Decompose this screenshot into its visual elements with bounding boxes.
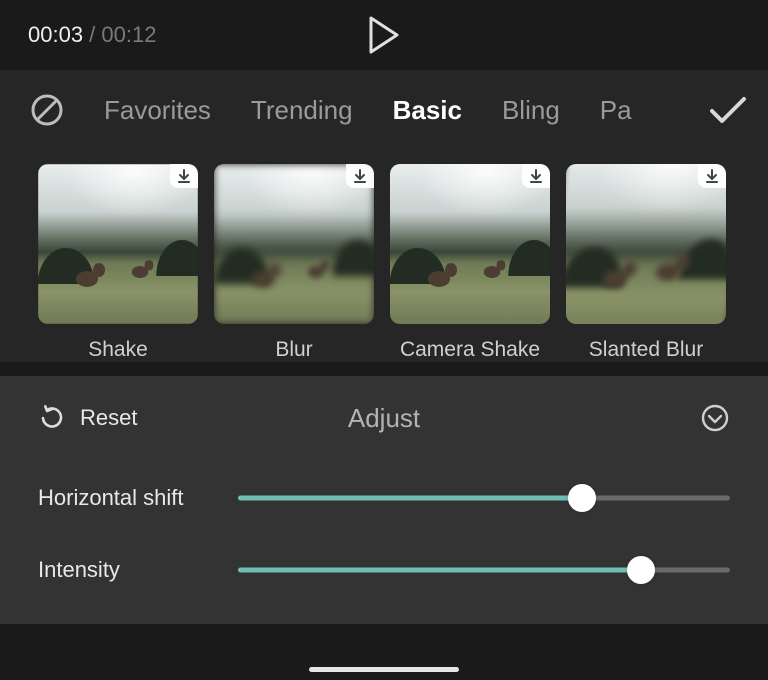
effect-label: Slanted Blur [566, 338, 726, 362]
play-button[interactable] [367, 16, 401, 54]
slider-thumb[interactable] [627, 556, 655, 584]
adjust-header: Reset Adjust [38, 396, 730, 440]
collapse-button[interactable] [700, 403, 730, 433]
slider-intensity: Intensity [38, 556, 730, 584]
player-bar: 00:03 / 00:12 [0, 0, 768, 70]
effect-label: Shake [38, 338, 198, 362]
tab-bling[interactable]: Bling [502, 95, 560, 126]
download-icon [706, 169, 718, 183]
duration-time: 00:12 [101, 22, 156, 47]
tab-trending[interactable]: Trending [251, 95, 353, 126]
slider-fill [238, 568, 641, 573]
tab-party[interactable]: Pa [600, 95, 632, 126]
adjust-title: Adjust [348, 403, 420, 434]
effect-thumbnail [566, 164, 726, 324]
effect-slanted-blur[interactable]: Slanted Blur [566, 164, 726, 362]
cancel-circle-icon [30, 93, 64, 127]
tab-favorites[interactable]: Favorites [104, 95, 211, 126]
intensity-slider[interactable] [238, 556, 730, 584]
slider-label: Horizontal shift [38, 485, 238, 511]
download-icon [530, 169, 542, 183]
reset-label: Reset [80, 405, 137, 431]
slider-horizontal-shift: Horizontal shift [38, 484, 730, 512]
no-effect-button[interactable] [30, 93, 64, 127]
effect-label: Blur [214, 338, 374, 362]
check-icon [706, 89, 748, 131]
confirm-button[interactable] [706, 89, 748, 131]
slider-label: Intensity [38, 557, 238, 583]
download-badge[interactable] [170, 164, 198, 188]
effects-strip[interactable]: Shake Blur Camera Shake Slanted Blur [0, 150, 768, 362]
category-tabs: Favorites Trending Basic Bling Pa [0, 70, 768, 150]
home-indicator[interactable] [309, 667, 459, 672]
effect-thumbnail [38, 164, 198, 324]
play-icon [367, 16, 401, 54]
download-icon [354, 169, 366, 183]
current-time: 00:03 [28, 22, 83, 47]
effect-thumbnail [214, 164, 374, 324]
playback-time: 00:03 / 00:12 [28, 22, 156, 48]
slider-fill [238, 496, 582, 501]
reset-button[interactable]: Reset [38, 404, 137, 432]
chevron-down-circle-icon [700, 403, 730, 433]
adjust-panel: Reset Adjust Horizontal shift Intensity [0, 376, 768, 624]
effect-thumbnail [390, 164, 550, 324]
tab-basic[interactable]: Basic [393, 95, 462, 126]
effect-blur[interactable]: Blur [214, 164, 374, 362]
time-separator: / [83, 22, 101, 47]
reset-icon [38, 404, 66, 432]
download-badge[interactable] [698, 164, 726, 188]
download-badge[interactable] [346, 164, 374, 188]
effect-camera-shake[interactable]: Camera Shake [390, 164, 550, 362]
horizontal-shift-slider[interactable] [238, 484, 730, 512]
effect-shake[interactable]: Shake [38, 164, 198, 362]
download-badge[interactable] [522, 164, 550, 188]
slider-thumb[interactable] [568, 484, 596, 512]
download-icon [178, 169, 190, 183]
effect-label: Camera Shake [390, 338, 550, 362]
